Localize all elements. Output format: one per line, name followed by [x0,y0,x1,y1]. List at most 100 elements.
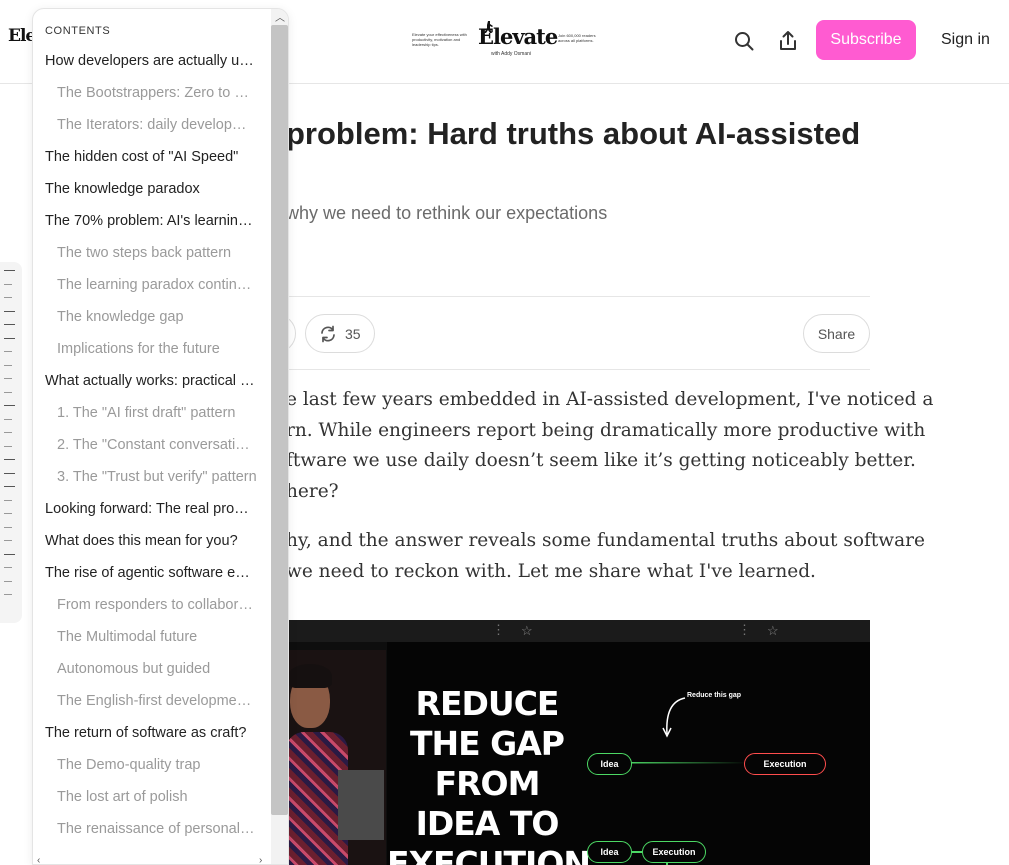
flow-node-idea: Idea [587,753,632,775]
scroll-up-icon[interactable]: ︿ [275,9,285,24]
restack-count: 35 [345,325,361,342]
toc-item[interactable]: From responders to collaborators [57,597,257,613]
slide-title-line: EXECUTION [387,844,591,865]
hero-image[interactable]: ⋮ ☆ ⋮ ☆ REDUCE THE GAP FROM IDEA TO EXEC… [286,620,870,865]
paragraph-line: rn. While engineers report being dramati… [286,419,926,441]
toc-marker[interactable] [4,445,12,447]
flow-node-idea: Idea [587,841,632,863]
toc-item[interactable]: Looking forward: The real promise of AI? [45,501,257,517]
speaker-hair [288,664,332,688]
toc-marker[interactable] [4,526,12,528]
toc-marker[interactable] [4,567,12,568]
search-button[interactable] [731,28,757,54]
more-icon: ⋮ [738,622,751,637]
contents-heading: CONTENTS [45,25,111,37]
toc-item[interactable]: The 70% problem: AI's learning curve par… [45,213,257,229]
toc-item[interactable]: The Bootstrappers: Zero to MVP [57,85,257,101]
flow-node-execution: Execution [744,753,826,775]
toc-item[interactable]: The knowledge paradox [45,181,257,197]
toc-marker[interactable] [4,391,12,393]
gap-arrow-icon [662,697,686,738]
toc-item[interactable]: The Demo-quality trap [57,757,257,773]
toc-item[interactable]: The rise of agentic software engineering [45,565,257,581]
scrollbar-thumb[interactable] [271,25,288,815]
toc-marker[interactable] [4,513,12,514]
divider [286,369,870,370]
paragraph-line: we need to reckon with. Let me share wha… [286,560,816,582]
slide-title: REDUCE THE GAP FROM IDEA TO EXECUTION [387,684,591,865]
toc-marker[interactable] [4,499,12,501]
toc-item[interactable]: The Iterators: daily development [57,117,257,133]
flow-node-execution: Execution [642,841,706,863]
toc-marker[interactable] [4,405,15,406]
logo-byline: with Addy Osmani [490,51,532,57]
toc-marker[interactable] [4,310,15,312]
toc-marker[interactable] [4,418,12,420]
toc-marker[interactable] [4,351,12,352]
toc-item[interactable]: What does this mean for you? [45,533,257,549]
more-icon: ⋮ [492,622,505,637]
restack-button[interactable]: 35 [305,314,375,353]
share-upload-button[interactable] [775,28,801,54]
publication-logo[interactable]: Elevate your effectiveness with producti… [412,18,602,62]
scroll-right-icon[interactable]: › [259,855,262,864]
star-icon: ☆ [521,623,533,638]
toc-marker[interactable] [4,459,15,460]
toc-item[interactable]: What actually works: practical patterns [45,373,257,389]
toc-item[interactable]: The renaissance of personal software [57,821,257,837]
paragraph-line: hy, and the answer reveals some fundamen… [286,530,925,551]
toc-minimap[interactable] [0,262,22,623]
paragraph-line: here? [286,480,339,502]
toc-item[interactable]: Autonomous but guided [57,661,257,677]
toc-marker[interactable] [4,553,15,555]
article-title: problem: Hard truths about AI-assisted [286,116,861,151]
restack-icon [321,325,335,342]
toc-marker[interactable] [4,486,15,487]
toc-item[interactable]: The knowledge gap [57,309,257,325]
toc-item[interactable]: 3. The "Trust but verify" pattern [57,469,257,485]
toc-item[interactable]: The return of software as craft? [45,725,257,741]
toc-marker[interactable] [4,432,12,433]
toc-item[interactable]: The lost art of polish [57,789,257,805]
toc-item[interactable]: The English-first development environmen… [57,693,257,709]
sign-in-link[interactable]: Sign in [941,31,990,49]
toc-marker[interactable] [4,364,12,366]
toc-marker[interactable] [4,540,12,541]
scroll-left-icon[interactable]: ‹ [37,855,40,864]
logo-name: Elevate [478,24,558,49]
divider [286,296,870,297]
gap-line [627,762,747,764]
toc-item[interactable]: The hidden cost of "AI Speed" [45,149,257,165]
toc-marker[interactable] [4,297,12,298]
subscribe-button[interactable]: Subscribe [816,20,916,60]
toc-item[interactable]: 1. The "AI first draft" pattern [57,405,257,421]
toc-item[interactable]: The learning paradox continued [57,277,257,293]
toc-item[interactable]: Implications for the future [57,341,257,357]
slide-title-line: FROM [434,764,541,803]
toc-marker[interactable] [4,580,12,582]
toc-marker[interactable] [4,594,12,595]
speaker-photo [286,650,386,865]
flow-connector [632,851,642,853]
toc-marker[interactable] [4,270,15,271]
toc-marker[interactable] [4,324,15,325]
paragraph-line: e last few years embedded in AI-assisted… [286,389,934,410]
article-paragraph: hy, and the answer reveals some fundamen… [286,526,925,587]
laptop [338,770,384,840]
article-subtitle: why we need to rethink our expectations [286,203,608,223]
paragraph-line: ftware we use daily doesn’t seem like it… [286,450,916,472]
video-topbar: ⋮ ☆ ⋮ ☆ [286,620,870,642]
share-button[interactable]: Share [803,314,870,353]
toc-item[interactable]: 2. The "Constant conversation" pattern [57,437,257,453]
toc-marker[interactable] [4,378,12,379]
toc-marker[interactable] [4,472,15,474]
toc-marker[interactable] [4,283,12,285]
logo-tagline: Elevate your effectiveness with producti… [412,32,467,47]
presentation-slide: REDUCE THE GAP FROM IDEA TO EXECUTION Re… [387,642,870,865]
contents-panel: CONTENTS How developers are actually usi… [32,8,289,865]
toc-item[interactable]: The Multimodal future [57,629,257,645]
search-icon [735,32,754,51]
toc-item[interactable]: The two steps back pattern [57,245,257,261]
toc-item[interactable]: How developers are actually using AI [45,53,257,69]
toc-marker[interactable] [4,337,15,339]
